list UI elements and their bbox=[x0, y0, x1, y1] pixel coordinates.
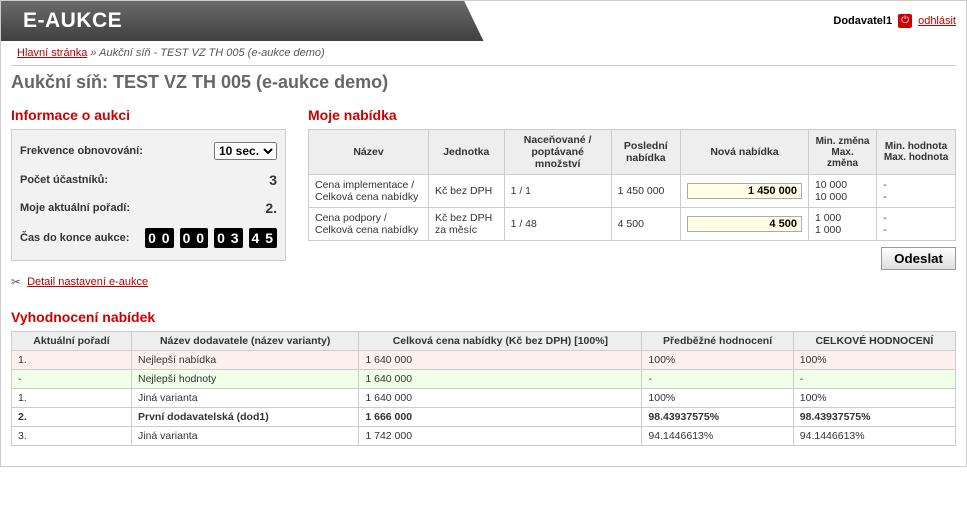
my-rank-label: Moje aktuální pořadí: bbox=[20, 202, 130, 214]
logout-link[interactable]: odhlásit bbox=[918, 15, 956, 27]
power-icon: ⏻ bbox=[898, 14, 912, 28]
refresh-label: Frekvence obnovování: bbox=[20, 145, 143, 157]
bid-unit: Kč bez DPH za měsíc bbox=[429, 208, 505, 241]
eval-total: 1 666 000 bbox=[359, 408, 642, 427]
wrench-icon: ✂ bbox=[11, 275, 21, 289]
breadcrumb: Hlavní stránka » Aukční síň - TEST VZ TH… bbox=[17, 47, 956, 59]
countdown: 0 0 0 0 0 3 4 5 bbox=[145, 228, 277, 248]
eval-pre: - bbox=[642, 370, 793, 389]
my-rank-value: 2. bbox=[265, 200, 277, 216]
eval-rank: 1. bbox=[12, 351, 132, 370]
eval-score: 98.43937575% bbox=[793, 408, 955, 427]
bid-qty: 1 / 1 bbox=[504, 175, 611, 208]
participants-label: Počet účastníků: bbox=[20, 174, 108, 186]
eval-row: 1.Jiná varianta1 640 000100%100% bbox=[12, 389, 956, 408]
info-title: Informace o aukci bbox=[11, 107, 286, 123]
eval-col-rank: Aktuální pořadí bbox=[12, 332, 132, 351]
col-minval: Min. hodnota Max. hodnota bbox=[877, 130, 956, 175]
eval-row: 2.První dodavatelská (dod1)1 666 00098.4… bbox=[12, 408, 956, 427]
eval-rank: 1. bbox=[12, 389, 132, 408]
col-name: Název bbox=[309, 130, 429, 175]
eval-total: 1 640 000 bbox=[359, 351, 642, 370]
col-unit: Jednotka bbox=[429, 130, 505, 175]
bid-name: Cena implementace / Celková cena nabídky bbox=[309, 175, 429, 208]
eval-score: 100% bbox=[793, 389, 955, 408]
eval-pre: 98.43937575% bbox=[642, 408, 793, 427]
eval-pre: 100% bbox=[642, 351, 793, 370]
bid-row: Cena podpory / Celková cena nabídkyKč be… bbox=[309, 208, 956, 241]
auction-settings-link[interactable]: Detail nastavení e-aukce bbox=[27, 276, 148, 288]
bid-qty: 1 / 48 bbox=[504, 208, 611, 241]
bids-table: Název Jednotka Naceňované / poptávané mn… bbox=[308, 129, 956, 241]
eval-pre: 100% bbox=[642, 389, 793, 408]
app-title: E-AUKCE bbox=[11, 9, 122, 33]
eval-rank: 2. bbox=[12, 408, 132, 427]
eval-total: 1 640 000 bbox=[359, 370, 642, 389]
col-new: Nová nabídka bbox=[680, 130, 808, 175]
eval-table: Aktuální pořadí Název dodavatele (název … bbox=[11, 331, 956, 446]
col-qty: Naceňované / poptávané množství bbox=[504, 130, 611, 175]
breadcrumb-current: Aukční síň - TEST VZ TH 005 (e-aukce dem… bbox=[99, 47, 325, 59]
eval-col-total: Celková cena nabídky (Kč bez DPH) [100%] bbox=[359, 332, 642, 351]
submit-bids-button[interactable]: Odeslat bbox=[881, 247, 956, 270]
col-minchange: Min. změna Max. změna bbox=[808, 130, 876, 175]
app-header: E-AUKCE Dodavatel1 ⏻ odhlásit bbox=[1, 1, 966, 41]
eval-row: 1.Nejlepší nabídka1 640 000100%100% bbox=[12, 351, 956, 370]
eval-total: 1 640 000 bbox=[359, 389, 642, 408]
participants-value: 3 bbox=[269, 172, 277, 188]
bid-minval: -- bbox=[877, 175, 956, 208]
refresh-select[interactable]: 10 sec. bbox=[214, 142, 277, 160]
bid-last: 4 500 bbox=[611, 208, 680, 241]
eval-col-pre: Předběžné hodnocení bbox=[642, 332, 793, 351]
current-user: Dodavatel1 bbox=[833, 15, 892, 27]
eval-supplier: První dodavatelská (dod1) bbox=[132, 408, 359, 427]
eval-supplier: Jiná varianta bbox=[132, 389, 359, 408]
breadcrumb-home[interactable]: Hlavní stránka bbox=[17, 47, 87, 59]
eval-pre: 94.1446613% bbox=[642, 427, 793, 446]
eval-row: -Nejlepší hodnoty1 640 000-- bbox=[12, 370, 956, 389]
eval-score: 94.1446613% bbox=[793, 427, 955, 446]
eval-title: Vyhodnocení nabídek bbox=[11, 309, 956, 325]
bid-minchange: 1 0001 000 bbox=[808, 208, 876, 241]
bids-title: Moje nabídka bbox=[308, 107, 956, 123]
countdown-label: Čas do konce aukce: bbox=[20, 232, 129, 244]
bid-name: Cena podpory / Celková cena nabídky bbox=[309, 208, 429, 241]
eval-score: - bbox=[793, 370, 955, 389]
bid-minval: -- bbox=[877, 208, 956, 241]
bid-new-input[interactable] bbox=[687, 183, 802, 199]
col-last: Poslední nabídka bbox=[611, 130, 680, 175]
eval-rank: 3. bbox=[12, 427, 132, 446]
eval-supplier: Nejlepší hodnoty bbox=[132, 370, 359, 389]
eval-supplier: Jiná varianta bbox=[132, 427, 359, 446]
bid-new-input[interactable] bbox=[687, 216, 802, 232]
bid-unit: Kč bez DPH bbox=[429, 175, 505, 208]
eval-rank: - bbox=[12, 370, 132, 389]
eval-total: 1 742 000 bbox=[359, 427, 642, 446]
eval-supplier: Nejlepší nabídka bbox=[132, 351, 359, 370]
eval-row: 3.Jiná varianta1 742 00094.1446613%94.14… bbox=[12, 427, 956, 446]
bid-minchange: 10 00010 000 bbox=[808, 175, 876, 208]
bid-last: 1 450 000 bbox=[611, 175, 680, 208]
page-title: Aukční síň: TEST VZ TH 005 (e-aukce demo… bbox=[11, 72, 956, 93]
eval-score: 100% bbox=[793, 351, 955, 370]
auction-info-box: Frekvence obnovování: 10 sec. Počet účas… bbox=[11, 129, 286, 261]
bid-row: Cena implementace / Celková cena nabídky… bbox=[309, 175, 956, 208]
eval-col-supplier: Název dodavatele (název varianty) bbox=[132, 332, 359, 351]
eval-col-score: CELKOVÉ HODNOCENÍ bbox=[793, 332, 955, 351]
